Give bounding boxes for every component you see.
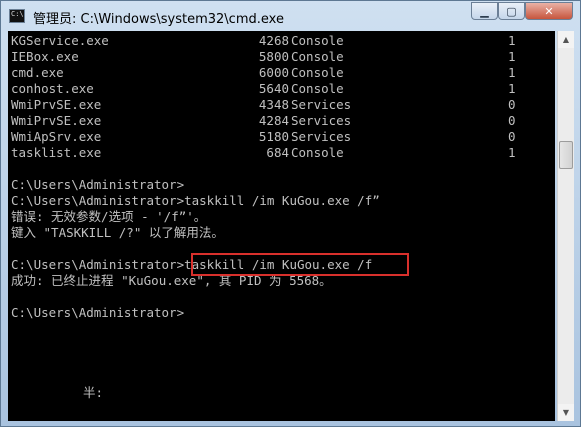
- vertical-scrollbar[interactable]: ▲ ▼: [557, 31, 574, 421]
- process-session-number: 1: [508, 49, 516, 64]
- process-pid: 4348: [258, 97, 289, 112]
- process-session: Services: [291, 113, 352, 128]
- process-pid: 5800: [258, 49, 289, 64]
- process-session-number: 1: [508, 65, 516, 80]
- cmd-app-icon[interactable]: [9, 9, 25, 23]
- arrow-up-icon: ▲: [562, 35, 570, 44]
- console-line-prompt: C:\Users\Administrator>: [11, 305, 185, 320]
- process-session-number: 0: [508, 113, 516, 128]
- close-button[interactable]: ✕: [525, 2, 573, 20]
- process-session-number: 1: [508, 33, 516, 48]
- process-row: IEBox.exe 5800 Console 1: [11, 49, 551, 65]
- process-session: Console: [291, 33, 344, 48]
- process-session: Console: [291, 65, 344, 80]
- highlight-box: [191, 253, 409, 276]
- process-name: IEBox.exe: [11, 49, 79, 64]
- cmd-window: 管理员: C:\Windows\system32\cmd.exe ▁ ▢ ✕ K…: [0, 0, 581, 427]
- process-session-number: 1: [508, 81, 516, 96]
- console-output[interactable]: KGService.exe 4268 Console 1 IEBox.exe 5800 Co…: [8, 31, 555, 421]
- process-session: Services: [291, 97, 352, 112]
- process-row: WmiPrvSE.exe 4348 Services 0: [11, 97, 551, 113]
- minimize-button[interactable]: ▁: [471, 2, 498, 20]
- console-line-prompt: C:\Users\Administrator>: [11, 177, 185, 192]
- console-line-error: 错误: 无效参数/选项 - '/f”'。: [11, 209, 207, 224]
- process-row: conhost.exe 5640 Console 1: [11, 81, 551, 97]
- process-row: tasklist.exe 684 Console 1: [11, 145, 551, 161]
- process-name: KGService.exe: [11, 33, 109, 48]
- process-pid: 5640: [258, 81, 289, 96]
- scroll-thumb[interactable]: [559, 141, 573, 169]
- process-name: conhost.exe: [11, 81, 94, 96]
- close-icon: ✕: [544, 4, 554, 18]
- process-name: WmiPrvSE.exe: [11, 97, 102, 112]
- window-title: 管理员: C:\Windows\system32\cmd.exe: [33, 12, 284, 27]
- scroll-up-button[interactable]: ▲: [558, 31, 574, 48]
- minimize-icon: ▁: [480, 4, 489, 18]
- process-pid: 684: [266, 145, 289, 160]
- process-pid: 6000: [258, 65, 289, 80]
- process-row: WmiPrvSE.exe 4284 Services 0: [11, 113, 551, 129]
- process-session-number: 0: [508, 97, 516, 112]
- process-name: tasklist.exe: [11, 145, 102, 160]
- process-session: Console: [291, 81, 344, 96]
- console-line-usage-hint: 键入 "TASKKILL /?" 以了解用法。: [11, 225, 224, 240]
- arrow-down-icon: ▼: [562, 408, 570, 417]
- process-session: Services: [291, 129, 352, 144]
- process-row: cmd.exe 6000 Console 1: [11, 65, 551, 81]
- process-session-number: 1: [508, 145, 516, 160]
- process-session: Console: [291, 49, 344, 64]
- process-name: cmd.exe: [11, 65, 64, 80]
- process-pid: 4268: [258, 33, 289, 48]
- process-session-number: 0: [508, 129, 516, 144]
- console-line-command: C:\Users\Administrator>taskkill /im KuGo…: [11, 193, 380, 208]
- maximize-button[interactable]: ▢: [498, 2, 525, 20]
- process-name: WmiPrvSE.exe: [11, 113, 102, 128]
- process-session: Console: [291, 145, 344, 160]
- maximize-icon: ▢: [506, 4, 517, 18]
- process-name: WmiApSrv.exe: [11, 129, 102, 144]
- process-row: KGService.exe 4268 Console 1: [11, 33, 551, 49]
- process-pid: 4284: [258, 113, 289, 128]
- process-row: WmiApSrv.exe 5180 Services 0: [11, 129, 551, 145]
- process-pid: 5180: [258, 129, 289, 144]
- ime-status: 半:: [83, 385, 104, 400]
- title-bar[interactable]: 管理员: C:\Windows\system32\cmd.exe ▁ ▢ ✕: [1, 1, 580, 31]
- scroll-down-button[interactable]: ▼: [558, 404, 574, 421]
